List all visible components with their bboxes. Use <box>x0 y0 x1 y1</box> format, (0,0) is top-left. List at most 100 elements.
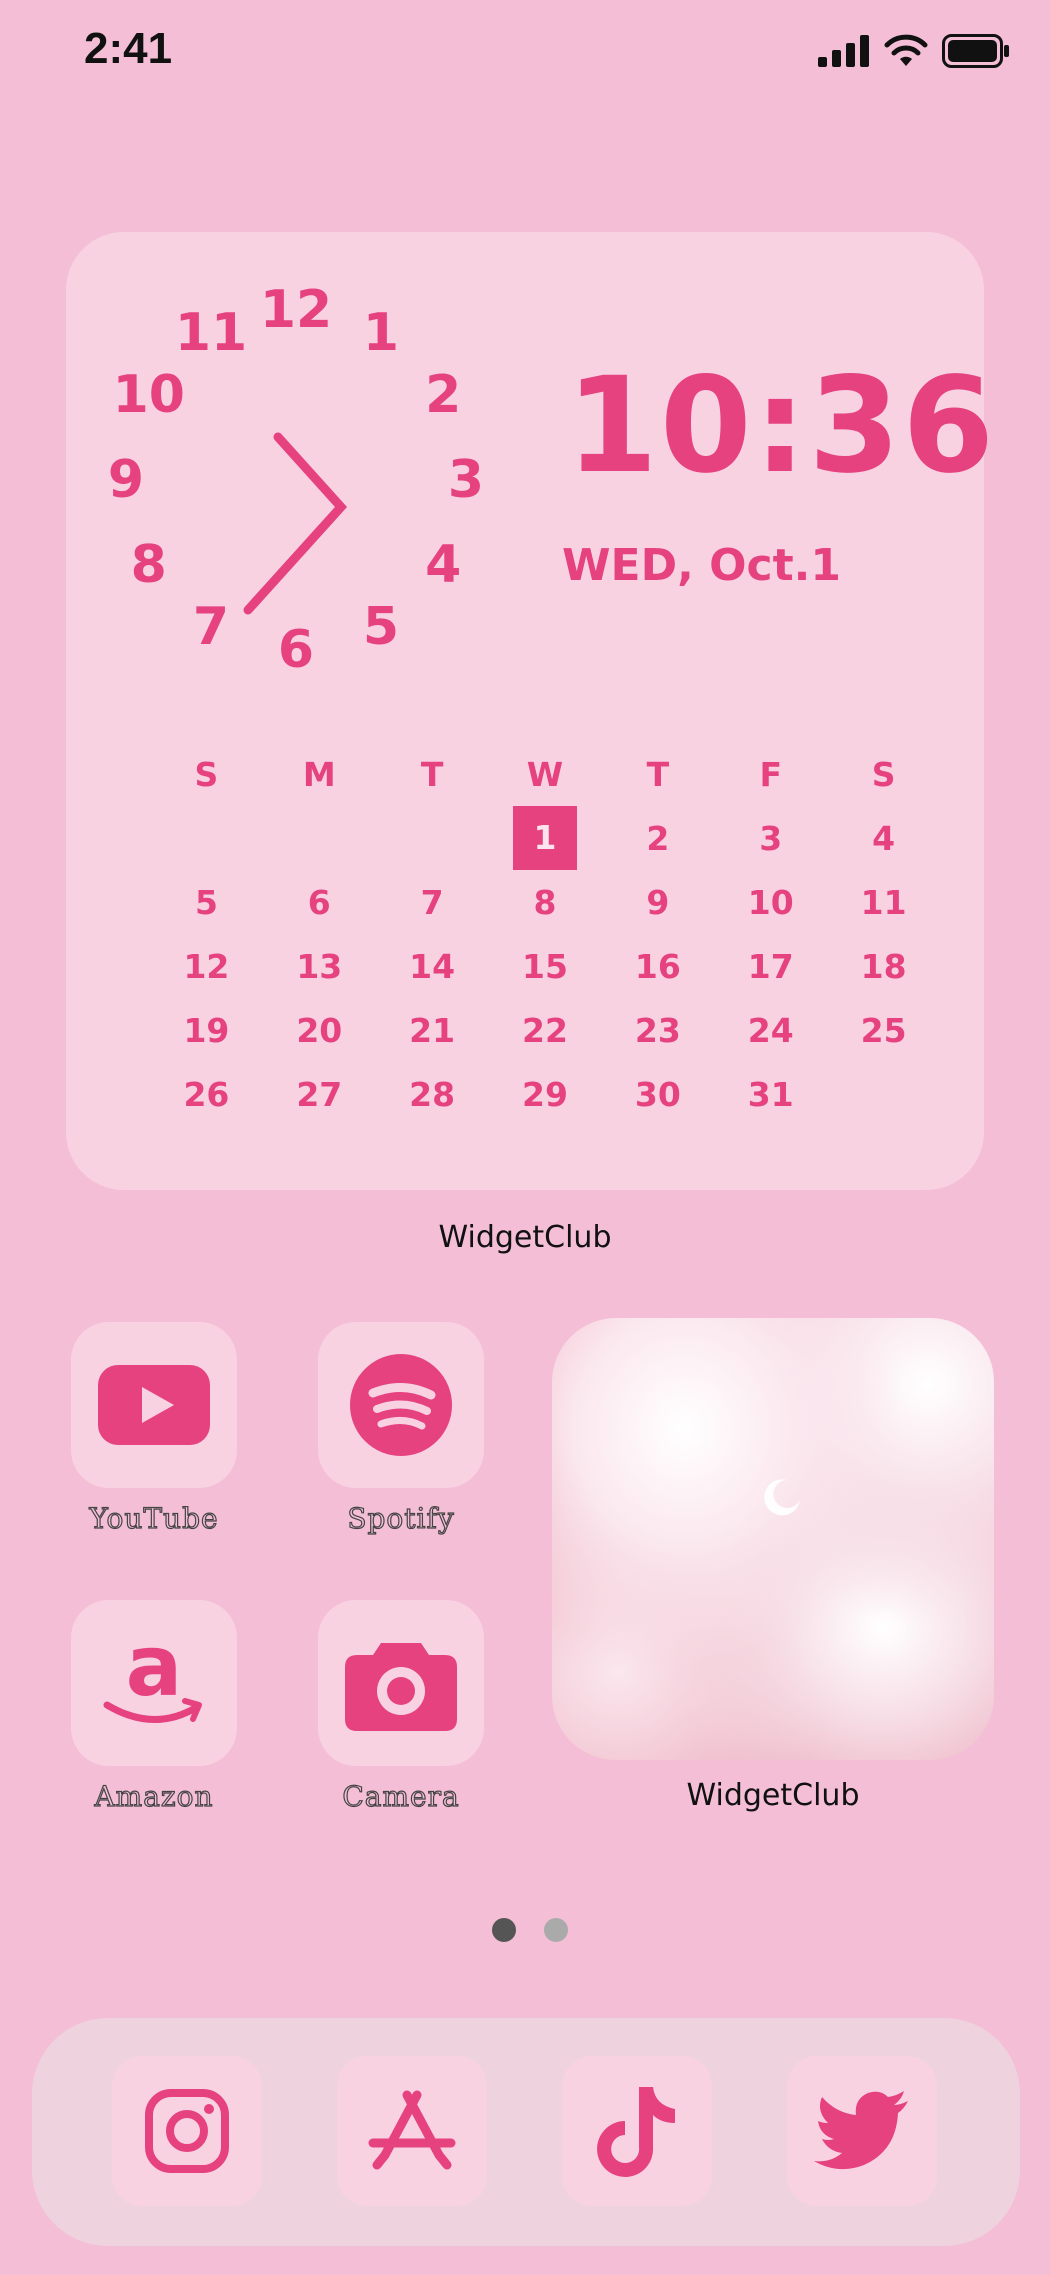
calendar-day: 28 <box>376 1075 489 1114</box>
calendar-day-number: 21 <box>409 1010 456 1050</box>
calendar-day-number: 11 <box>860 882 907 922</box>
calendar-weekday: W <box>526 754 564 794</box>
camera-icon <box>345 1643 457 1731</box>
page-indicator[interactable] <box>492 1918 568 1942</box>
calendar-day: 4 <box>827 819 940 858</box>
status-icons <box>818 34 1010 68</box>
app-label-spotify: Spotify <box>347 1501 455 1535</box>
calendar-weekday-row: SMTWTFS <box>150 742 940 806</box>
tiktok-icon <box>597 2087 675 2177</box>
calendar-day-number: 18 <box>860 946 907 986</box>
calendar-day-number: 31 <box>747 1074 794 1114</box>
cellular-signal-icon <box>818 35 869 67</box>
calendar-day-number: 9 <box>646 882 670 922</box>
digital-time: 10:36 <box>566 349 997 503</box>
app-label-amazon: Amazon <box>94 1779 214 1813</box>
calendar-day: 25 <box>827 1011 940 1050</box>
digital-date: WED, Oct.1 <box>562 540 841 591</box>
page-dot[interactable] <box>544 1918 568 1942</box>
sky-photo-widget[interactable] <box>552 1318 994 1760</box>
calendar-day: 29 <box>489 1075 602 1114</box>
calendar-day-number: 29 <box>522 1074 568 1114</box>
calendar-day-number: 30 <box>634 1074 681 1114</box>
youtube-app[interactable] <box>71 1322 237 1488</box>
calendar-day-number: 5 <box>194 882 218 922</box>
camera-app[interactable] <box>318 1600 484 1766</box>
calendar-day-number: 25 <box>860 1010 907 1050</box>
analog-clock: 12 1 2 3 4 5 6 7 8 9 10 11 <box>96 262 516 682</box>
calendar-week-row: 12 13 14 15 16 17 18 <box>150 934 940 998</box>
calendar-weekday: F <box>759 754 782 794</box>
app-label-camera: Camera <box>342 1779 460 1813</box>
instagram-app[interactable] <box>112 2056 262 2206</box>
calendar-day: 22 <box>489 1011 602 1050</box>
calendar-day: 24 <box>714 1011 827 1050</box>
calendar-weekday: S <box>194 754 219 794</box>
calendar-day: 9 <box>601 883 714 922</box>
calendar-day: 3 <box>714 819 827 858</box>
instagram-icon <box>145 2089 229 2173</box>
svg-text:a: a <box>126 1633 183 1715</box>
widget-caption: WidgetClub <box>438 1220 612 1255</box>
app-store-icon <box>368 2090 456 2170</box>
calendar-day-number: 10 <box>747 882 794 922</box>
calendar-week-row: 5 6 7 8 9 10 11 <box>150 870 940 934</box>
calendar-day: 10 <box>714 883 827 922</box>
app-label-youtube: YouTube <box>89 1501 219 1535</box>
calendar-day-number: 19 <box>183 1010 230 1050</box>
calendar-day-number: 12 <box>183 946 230 986</box>
calendar-day-number: 13 <box>296 946 343 986</box>
clock-numeral: 4 <box>425 535 462 595</box>
app-store-app[interactable] <box>337 2056 487 2206</box>
calendar-day-number: 22 <box>522 1010 568 1050</box>
dock <box>32 2018 1020 2246</box>
calendar-day: 31 <box>714 1075 827 1114</box>
calendar-day: 7 <box>376 883 489 922</box>
calendar-day-number: 26 <box>183 1074 230 1114</box>
clock-numeral: 10 <box>112 365 185 425</box>
calendar-day-number: 20 <box>296 1010 343 1050</box>
calendar-day: 2 <box>601 819 714 858</box>
crescent-moon-icon <box>764 1479 800 1516</box>
calendar-day-today: 1 <box>489 806 602 870</box>
calendar-day: 20 <box>263 1011 376 1050</box>
twitter-icon <box>814 2091 908 2170</box>
clock-numeral: 3 <box>447 450 485 510</box>
calendar-day-number: 24 <box>747 1010 794 1050</box>
calendar-day-number: 4 <box>872 818 896 858</box>
calendar-weekday: M <box>302 754 336 794</box>
photo-widget-caption: WidgetClub <box>686 1778 860 1813</box>
calendar-day: 30 <box>601 1075 714 1114</box>
calendar-day: 21 <box>376 1011 489 1050</box>
clock-numeral: 7 <box>192 597 230 658</box>
status-time: 2:41 <box>84 24 173 73</box>
calendar-day-number: 14 <box>409 946 456 986</box>
calendar-day-number: 8 <box>533 882 557 922</box>
calendar-day: 18 <box>827 947 940 986</box>
status-bar: 2:41 <box>0 0 1050 110</box>
twitter-app[interactable] <box>787 2056 937 2206</box>
clock-numeral: 2 <box>425 365 462 425</box>
youtube-icon <box>98 1365 210 1445</box>
amazon-icon: a <box>103 1633 202 1723</box>
page-dot-active[interactable] <box>492 1918 516 1942</box>
clock-calendar-widget[interactable]: 12 1 2 3 4 5 6 7 8 9 10 11 10:36 WED, Oct.1 SMTWTFS… <box>66 232 994 1190</box>
calendar-day: 5 <box>150 883 263 922</box>
calendar-day: 13 <box>263 947 376 986</box>
calendar-day: 6 <box>263 883 376 922</box>
clock-numeral: 11 <box>174 302 248 363</box>
calendar-day-number: 15 <box>522 946 568 986</box>
spotify-app[interactable] <box>318 1322 484 1488</box>
calendar-day-number: 17 <box>747 946 794 986</box>
calendar: SMTWTFS 1 2 3 4 5 6 7 8 9 10 11 12 13 14 15 16 17 18 19 20 2… <box>150 742 940 1126</box>
calendar-day-number: 6 <box>307 882 331 922</box>
amazon-app[interactable]: a <box>71 1600 237 1766</box>
clock-numeral: 1 <box>362 302 400 363</box>
calendar-day: 12 <box>150 947 263 986</box>
spotify-icon <box>350 1354 452 1456</box>
calendar-week-row: 26 27 28 29 30 31 <box>150 1062 940 1126</box>
calendar-day: 15 <box>489 947 602 986</box>
calendar-day-number: 1 <box>513 806 577 870</box>
calendar-week-row: 1 2 3 4 <box>150 806 940 870</box>
tiktok-app[interactable] <box>562 2056 712 2206</box>
